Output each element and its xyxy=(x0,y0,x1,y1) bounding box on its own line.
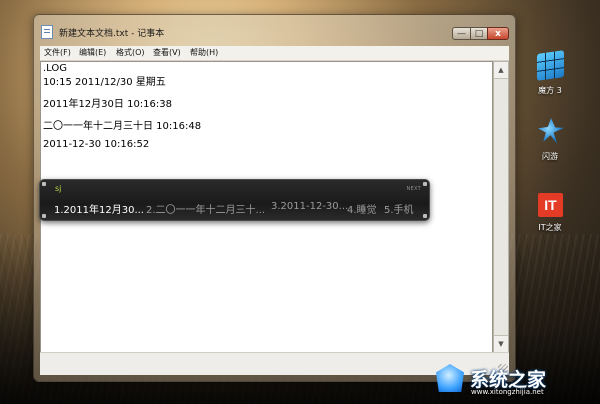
ime-candidate-3[interactable]: 3.2011-12-30... xyxy=(271,201,348,212)
ime-next-button[interactable]: NEXT xyxy=(407,186,422,192)
menu-bar: 文件(F) 编辑(E) 格式(O) 查看(V) 帮助(H) xyxy=(40,46,509,61)
ime-input-text: sj xyxy=(55,184,62,193)
corner-dot-icon xyxy=(423,214,427,218)
text-line: 2011-12-30 10:16:52 xyxy=(43,139,150,150)
watermark-url: www.xitongzhijia.net xyxy=(471,388,544,396)
corner-dot-icon xyxy=(42,214,46,218)
vertical-scrollbar[interactable]: ▲ ▼ xyxy=(493,61,509,353)
window-title: 新建文本文档.txt - 记事本 xyxy=(59,29,165,39)
menu-view[interactable]: 查看(V) xyxy=(153,47,181,58)
desktop-icon-label: IT之家 xyxy=(538,223,562,232)
maximize-button[interactable]: □ xyxy=(470,27,488,40)
close-button[interactable]: x xyxy=(487,27,509,40)
desktop-icon-ithome[interactable]: IT IT之家 xyxy=(525,193,575,235)
ime-candidate-2[interactable]: 2.二〇一一年十二月三十... xyxy=(146,201,265,216)
watermark: 系统之家 www.xitongzhijia.net xyxy=(430,358,598,398)
menu-help[interactable]: 帮助(H) xyxy=(190,47,218,58)
rubiks-cube-icon xyxy=(537,50,564,81)
menu-file[interactable]: 文件(F) xyxy=(44,47,71,58)
desktop-icon-mofang[interactable]: 魔方 3 xyxy=(525,50,575,96)
text-line: 2011年12月30日 10:16:38 xyxy=(43,99,172,110)
ime-candidate-1[interactable]: 1.2011年12月30... xyxy=(54,201,144,216)
desktop-icon-label: 魔方 3 xyxy=(538,86,562,95)
scroll-up-icon[interactable]: ▲ xyxy=(494,62,508,79)
text-line: 10:15 2011/12/30 星期五 xyxy=(43,77,166,88)
flash-game-icon xyxy=(538,118,564,144)
scroll-down-icon[interactable]: ▼ xyxy=(494,335,508,352)
ime-candidate-4[interactable]: 4.睡觉 xyxy=(347,201,377,216)
ime-candidate-window: sj NEXT 1.2011年12月30... 2.二〇一一年十二月三十... … xyxy=(39,179,430,221)
minimize-button[interactable]: — xyxy=(452,27,471,40)
notepad-icon xyxy=(41,25,53,39)
desktop-icon-shanyou[interactable]: 闪游 xyxy=(525,118,575,162)
it-home-icon: IT xyxy=(538,193,563,217)
xitongzhijia-logo-icon xyxy=(436,364,464,392)
ime-candidate-5[interactable]: 5.手机 xyxy=(384,201,414,216)
title-bar[interactable]: 新建文本文档.txt - 记事本 — □ x xyxy=(34,15,515,46)
corner-dot-icon xyxy=(423,182,427,186)
menu-edit[interactable]: 编辑(E) xyxy=(79,47,106,58)
desktop-icon-label: 闪游 xyxy=(542,152,558,161)
corner-dot-icon xyxy=(42,182,46,186)
text-line: 二〇一一年十二月三十日 10:16:48 xyxy=(43,121,202,132)
menu-format[interactable]: 格式(O) xyxy=(116,47,145,58)
